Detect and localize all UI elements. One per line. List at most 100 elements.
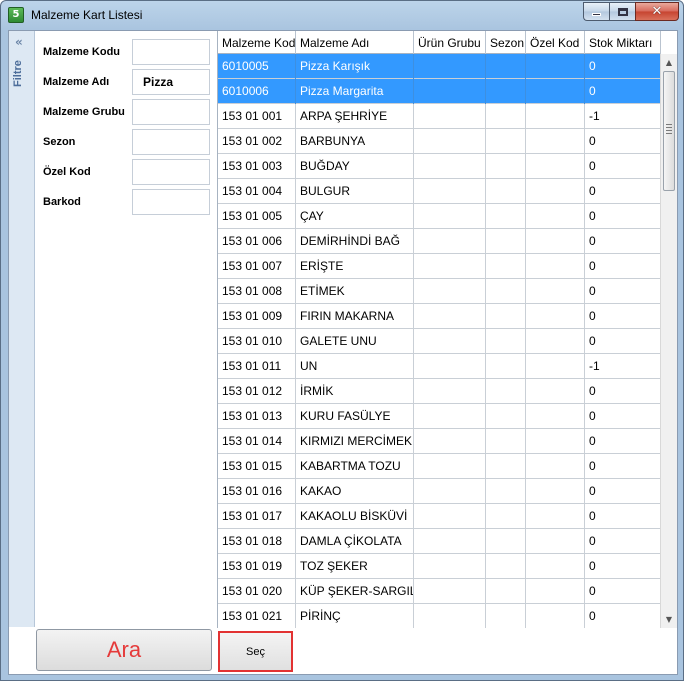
title-bar[interactable]: 5 Malzeme Kart Listesi ✕ [1, 1, 683, 30]
table-row[interactable]: 6010006 Pizza Margarita 0 [218, 79, 661, 104]
grid-header: Malzeme Kodu Malzeme Adı Ürün Grubu Sezon Öz… [218, 31, 661, 54]
table-row[interactable]: 153 01 010 GALETE UNU 0 [218, 329, 661, 354]
table-row[interactable]: 153 01 008 ETİMEK 0 [218, 279, 661, 304]
table-cell-code: 153 01 002 [218, 129, 296, 154]
table-cell-special [526, 404, 585, 429]
column-header[interactable]: Ürün Grubu [414, 31, 486, 54]
minimize-button[interactable] [583, 2, 609, 21]
maximize-button[interactable] [609, 2, 635, 21]
table-cell-code: 153 01 017 [218, 504, 296, 529]
table-cell-group [414, 429, 486, 454]
table-cell-season [486, 354, 526, 379]
table-cell-season [486, 554, 526, 579]
filter-input[interactable] [132, 189, 210, 215]
table-cell-season [486, 429, 526, 454]
search-button[interactable]: Ara [36, 629, 212, 671]
table-cell-stock: 0 [585, 79, 661, 104]
filter-input[interactable] [132, 129, 210, 155]
table-cell-code: 153 01 011 [218, 354, 296, 379]
table-cell-special [526, 604, 585, 628]
table-cell-season [486, 504, 526, 529]
table-row[interactable]: 153 01 016 KAKAO 0 [218, 479, 661, 504]
table-row[interactable]: 153 01 001 ARPA ŞEHRİYE -1 [218, 104, 661, 129]
table-row[interactable]: 153 01 004 BULGUR 0 [218, 179, 661, 204]
table-cell-special [526, 529, 585, 554]
table-row[interactable]: 153 01 018 DAMLA ÇİKOLATA 0 [218, 529, 661, 554]
table-cell-stock: 0 [585, 304, 661, 329]
filter-strip[interactable]: « Filtre [9, 31, 35, 627]
table-cell-stock: 0 [585, 604, 661, 628]
column-header[interactable]: Stok Miktarı [585, 31, 661, 54]
table-row[interactable]: 6010005 Pizza Karışık 0 [218, 54, 661, 79]
table-cell-code: 153 01 018 [218, 529, 296, 554]
table-row[interactable]: 153 01 005 ÇAY 0 [218, 204, 661, 229]
table-row[interactable]: 153 01 006 DEMİRHİNDİ BAĞ 0 [218, 229, 661, 254]
filter-row: Malzeme Kodu [36, 39, 216, 65]
table-cell-special [526, 354, 585, 379]
table-row[interactable]: 153 01 013 KURU FASÜLYE 0 [218, 404, 661, 429]
table-row[interactable]: 153 01 017 KAKAOLU BİSKÜVİ 0 [218, 504, 661, 529]
table-cell-stock: 0 [585, 529, 661, 554]
table-cell-name: KAKAO [296, 479, 414, 504]
table-cell-stock: 0 [585, 429, 661, 454]
table-cell-special [526, 429, 585, 454]
window-title: Malzeme Kart Listesi [31, 8, 143, 22]
table-row[interactable]: 153 01 015 KABARTMA TOZU 0 [218, 454, 661, 479]
table-cell-group [414, 79, 486, 104]
table-cell-name: KABARTMA TOZU [296, 454, 414, 479]
table-row[interactable]: 153 01 019 TOZ ŞEKER 0 [218, 554, 661, 579]
table-cell-stock: 0 [585, 479, 661, 504]
table-row[interactable]: 153 01 007 ERİŞTE 0 [218, 254, 661, 279]
table-cell-special [526, 279, 585, 304]
app-window: 5 Malzeme Kart Listesi ✕ « Filtre Malzem… [0, 0, 684, 681]
table-cell-name: PİRİNÇ [296, 604, 414, 628]
filter-row: Sezon [36, 129, 216, 155]
table-row[interactable]: 153 01 009 FIRIN MAKARNA 0 [218, 304, 661, 329]
table-row[interactable]: 153 01 003 BUĞDAY 0 [218, 154, 661, 179]
table-cell-name: KÜP ŞEKER-SARGILI [296, 579, 414, 604]
table-row[interactable]: 153 01 021 PİRİNÇ 0 [218, 604, 661, 628]
column-header[interactable]: Malzeme Kodu [218, 31, 296, 54]
table-cell-group [414, 279, 486, 304]
select-button[interactable]: Seç [218, 631, 293, 672]
column-header[interactable]: Malzeme Adı [296, 31, 414, 54]
scroll-down-icon[interactable]: ▼ [661, 611, 677, 628]
table-cell-special [526, 554, 585, 579]
table-cell-group [414, 129, 486, 154]
table-cell-name: GALETE UNU [296, 329, 414, 354]
vertical-scrollbar[interactable]: ▲ ▼ [660, 54, 677, 628]
table-cell-special [526, 204, 585, 229]
table-cell-group [414, 504, 486, 529]
table-cell-code: 153 01 020 [218, 579, 296, 604]
filter-label: Özel Kod [43, 166, 91, 178]
column-header[interactable]: Özel Kod [526, 31, 585, 54]
table-row[interactable]: 153 01 014 KIRMIZI MERCİMEK 0 [218, 429, 661, 454]
filter-input[interactable] [132, 69, 210, 95]
scroll-up-icon[interactable]: ▲ [661, 54, 677, 71]
filter-input[interactable] [132, 99, 210, 125]
filter-label: Malzeme Kodu [43, 46, 121, 58]
table-cell-code: 153 01 001 [218, 104, 296, 129]
table-cell-name: Pizza Karışık [296, 54, 414, 79]
table-cell-code: 153 01 016 [218, 479, 296, 504]
filter-strip-label[interactable]: Filtre [12, 53, 24, 87]
table-row[interactable]: 153 01 020 KÜP ŞEKER-SARGILI 0 [218, 579, 661, 604]
column-header[interactable]: Sezon [486, 31, 526, 54]
table-row[interactable]: 153 01 002 BARBUNYA 0 [218, 129, 661, 154]
filter-input[interactable] [132, 159, 210, 185]
table-cell-group [414, 304, 486, 329]
scroll-thumb[interactable] [663, 71, 675, 191]
filter-input[interactable] [132, 39, 210, 65]
table-cell-code: 153 01 003 [218, 154, 296, 179]
table-row[interactable]: 153 01 011 UN -1 [218, 354, 661, 379]
filter-label: Sezon [43, 136, 76, 148]
close-button[interactable]: ✕ [635, 2, 679, 21]
table-row[interactable]: 153 01 012 İRMİK 0 [218, 379, 661, 404]
table-cell-code: 153 01 004 [218, 179, 296, 204]
grip-icon [666, 124, 672, 134]
table-cell-group [414, 454, 486, 479]
table-cell-season [486, 379, 526, 404]
table-cell-group [414, 254, 486, 279]
collapse-icon[interactable]: « [15, 35, 23, 49]
table-cell-stock: 0 [585, 454, 661, 479]
